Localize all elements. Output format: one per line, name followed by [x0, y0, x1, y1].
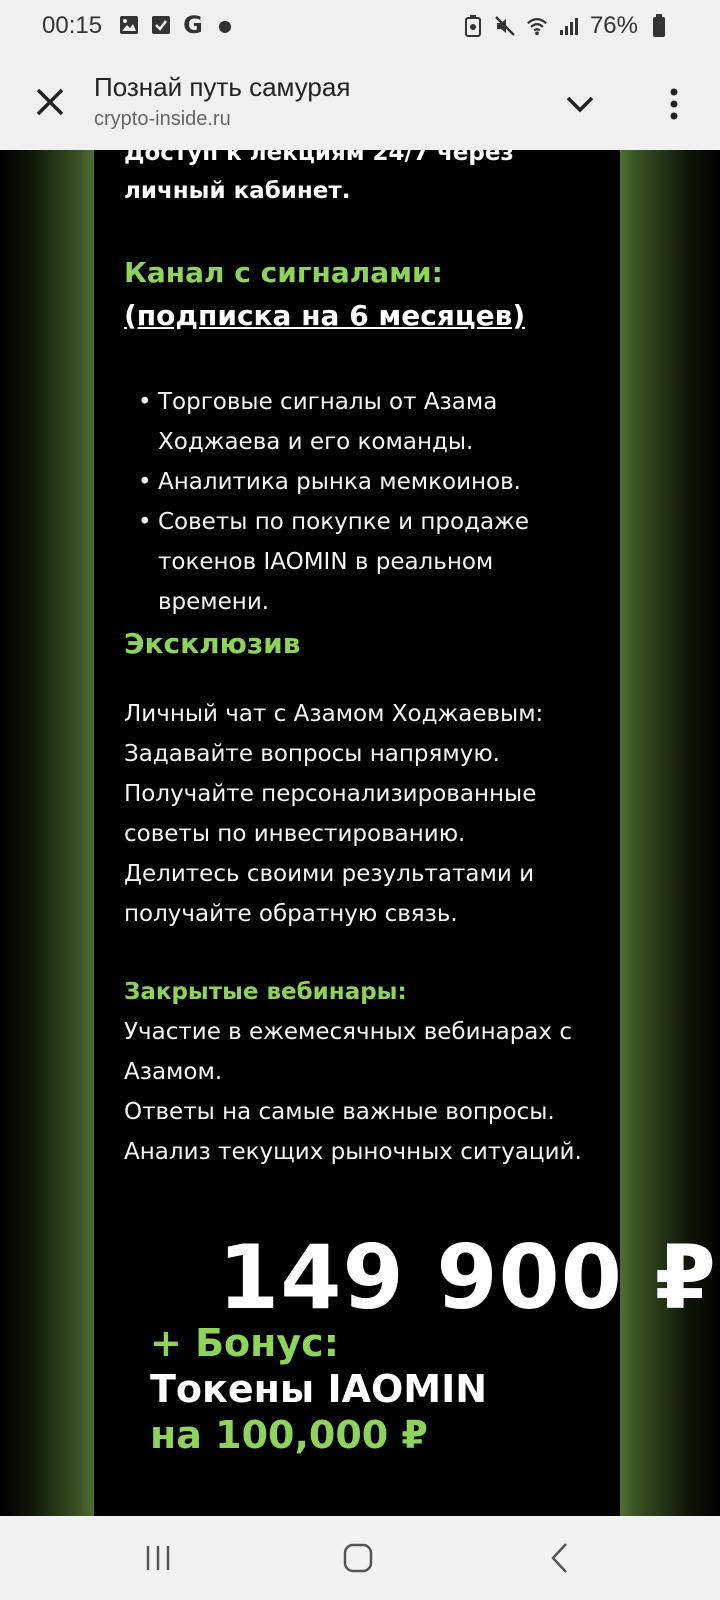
dot-icon: ● — [218, 15, 232, 35]
webinars-line: Азамом. — [124, 1059, 223, 1085]
top-text: Доступ к лекциям 24/7 через личный кабин… — [124, 150, 604, 210]
exclusive-line: Делитесь своими результатами и — [124, 861, 535, 887]
back-button[interactable] — [540, 1538, 580, 1578]
recent-apps-icon — [146, 1546, 170, 1570]
google-icon: G — [183, 11, 203, 39]
close-button[interactable] — [30, 82, 70, 122]
status-time: 00:15 — [42, 12, 103, 39]
exclusive-line: получайте обратную связь. — [124, 901, 458, 927]
battery-icon — [648, 14, 670, 37]
list-item: Советы по покупке и продаже токенов IAOM… — [138, 502, 604, 622]
bonus-tokens: Токены IAOMIN — [150, 1367, 488, 1411]
exclusive-text: Личный чат с Азамом Ходжаевым: Задавайте… — [124, 694, 604, 934]
close-icon — [36, 88, 64, 116]
more-options-button[interactable] — [654, 84, 694, 124]
exclusive-line: Получайте персонализированные — [124, 781, 537, 807]
gallery-icon — [118, 14, 140, 36]
battery-percent: 76% — [589, 12, 638, 39]
system-nav-bar — [0, 1516, 720, 1600]
status-bar: 00:15 G ● 76% — [0, 0, 720, 56]
expand-button[interactable] — [560, 84, 600, 124]
more-vert-icon — [670, 88, 678, 120]
exclusive-heading: Эксклюзив — [124, 627, 301, 660]
content-column: Доступ к лекциям 24/7 через личный кабин… — [124, 150, 604, 1172]
webinars-line: Участие в ежемесячных вебинарах с — [124, 1019, 572, 1045]
signal-icon — [558, 15, 580, 37]
price: 149 900 ₽ — [218, 1226, 717, 1329]
webinars-line: Ответы на самые важные вопросы. — [124, 1099, 555, 1125]
bonus-block: + Бонус: Токены IAOMIN на 100,000 ₽ — [150, 1320, 487, 1458]
left-green-glow — [0, 150, 94, 1516]
top-text-line: личный кабинет. — [124, 178, 351, 204]
webinars-line: Анализ текущих рыночных ситуаций. — [124, 1139, 582, 1165]
exclusive-line: советы по инвестированию. — [124, 821, 466, 847]
battery-saver-icon — [462, 15, 484, 37]
status-right-icons: 76% — [462, 12, 670, 40]
mute-icon — [494, 15, 516, 37]
web-page: Доступ к лекциям 24/7 через личный кабин… — [0, 150, 720, 1516]
checkbox-icon — [150, 14, 172, 36]
back-icon — [551, 1543, 567, 1573]
status-left-icons: G ● — [118, 11, 236, 39]
list-item: Аналитика рынка мемкоинов. — [138, 462, 604, 502]
page-url[interactable]: crypto-inside.ru — [94, 108, 231, 131]
chevron-down-icon — [566, 96, 594, 113]
signals-subheading[interactable]: (подписка на 6 месяцев) — [124, 294, 604, 338]
wifi-icon — [526, 15, 548, 37]
top-text-line: Доступ к лекциям 24/7 через — [124, 150, 514, 166]
page-title: Познай путь самурая — [94, 72, 351, 102]
custom-tab-toolbar: Познай путь самурая crypto-inside.ru — [0, 56, 720, 150]
exclusive-line: Задавайте вопросы напрямую. — [124, 741, 500, 767]
list-item: Торговые сигналы от Азама Ходжаева и его… — [138, 382, 604, 462]
recent-apps-button[interactable] — [138, 1538, 178, 1578]
bonus-amount: на 100,000 ₽ — [150, 1413, 428, 1457]
signals-list: Торговые сигналы от Азама Ходжаева и его… — [124, 382, 604, 622]
webinars-heading: Закрытые вебинары: — [124, 979, 407, 1005]
bonus-label: + Бонус: — [150, 1321, 339, 1365]
signals-heading: Канал с сигналами: — [124, 256, 443, 289]
exclusive-line: Личный чат с Азамом Ходжаевым: — [124, 701, 544, 727]
webinars-text: Участие в ежемесячных вебинарах с Азамом… — [124, 1012, 604, 1172]
home-icon — [343, 1543, 373, 1573]
signals-section: Канал с сигналами: (подписка на 6 месяце… — [124, 252, 604, 338]
home-button[interactable] — [338, 1538, 378, 1578]
